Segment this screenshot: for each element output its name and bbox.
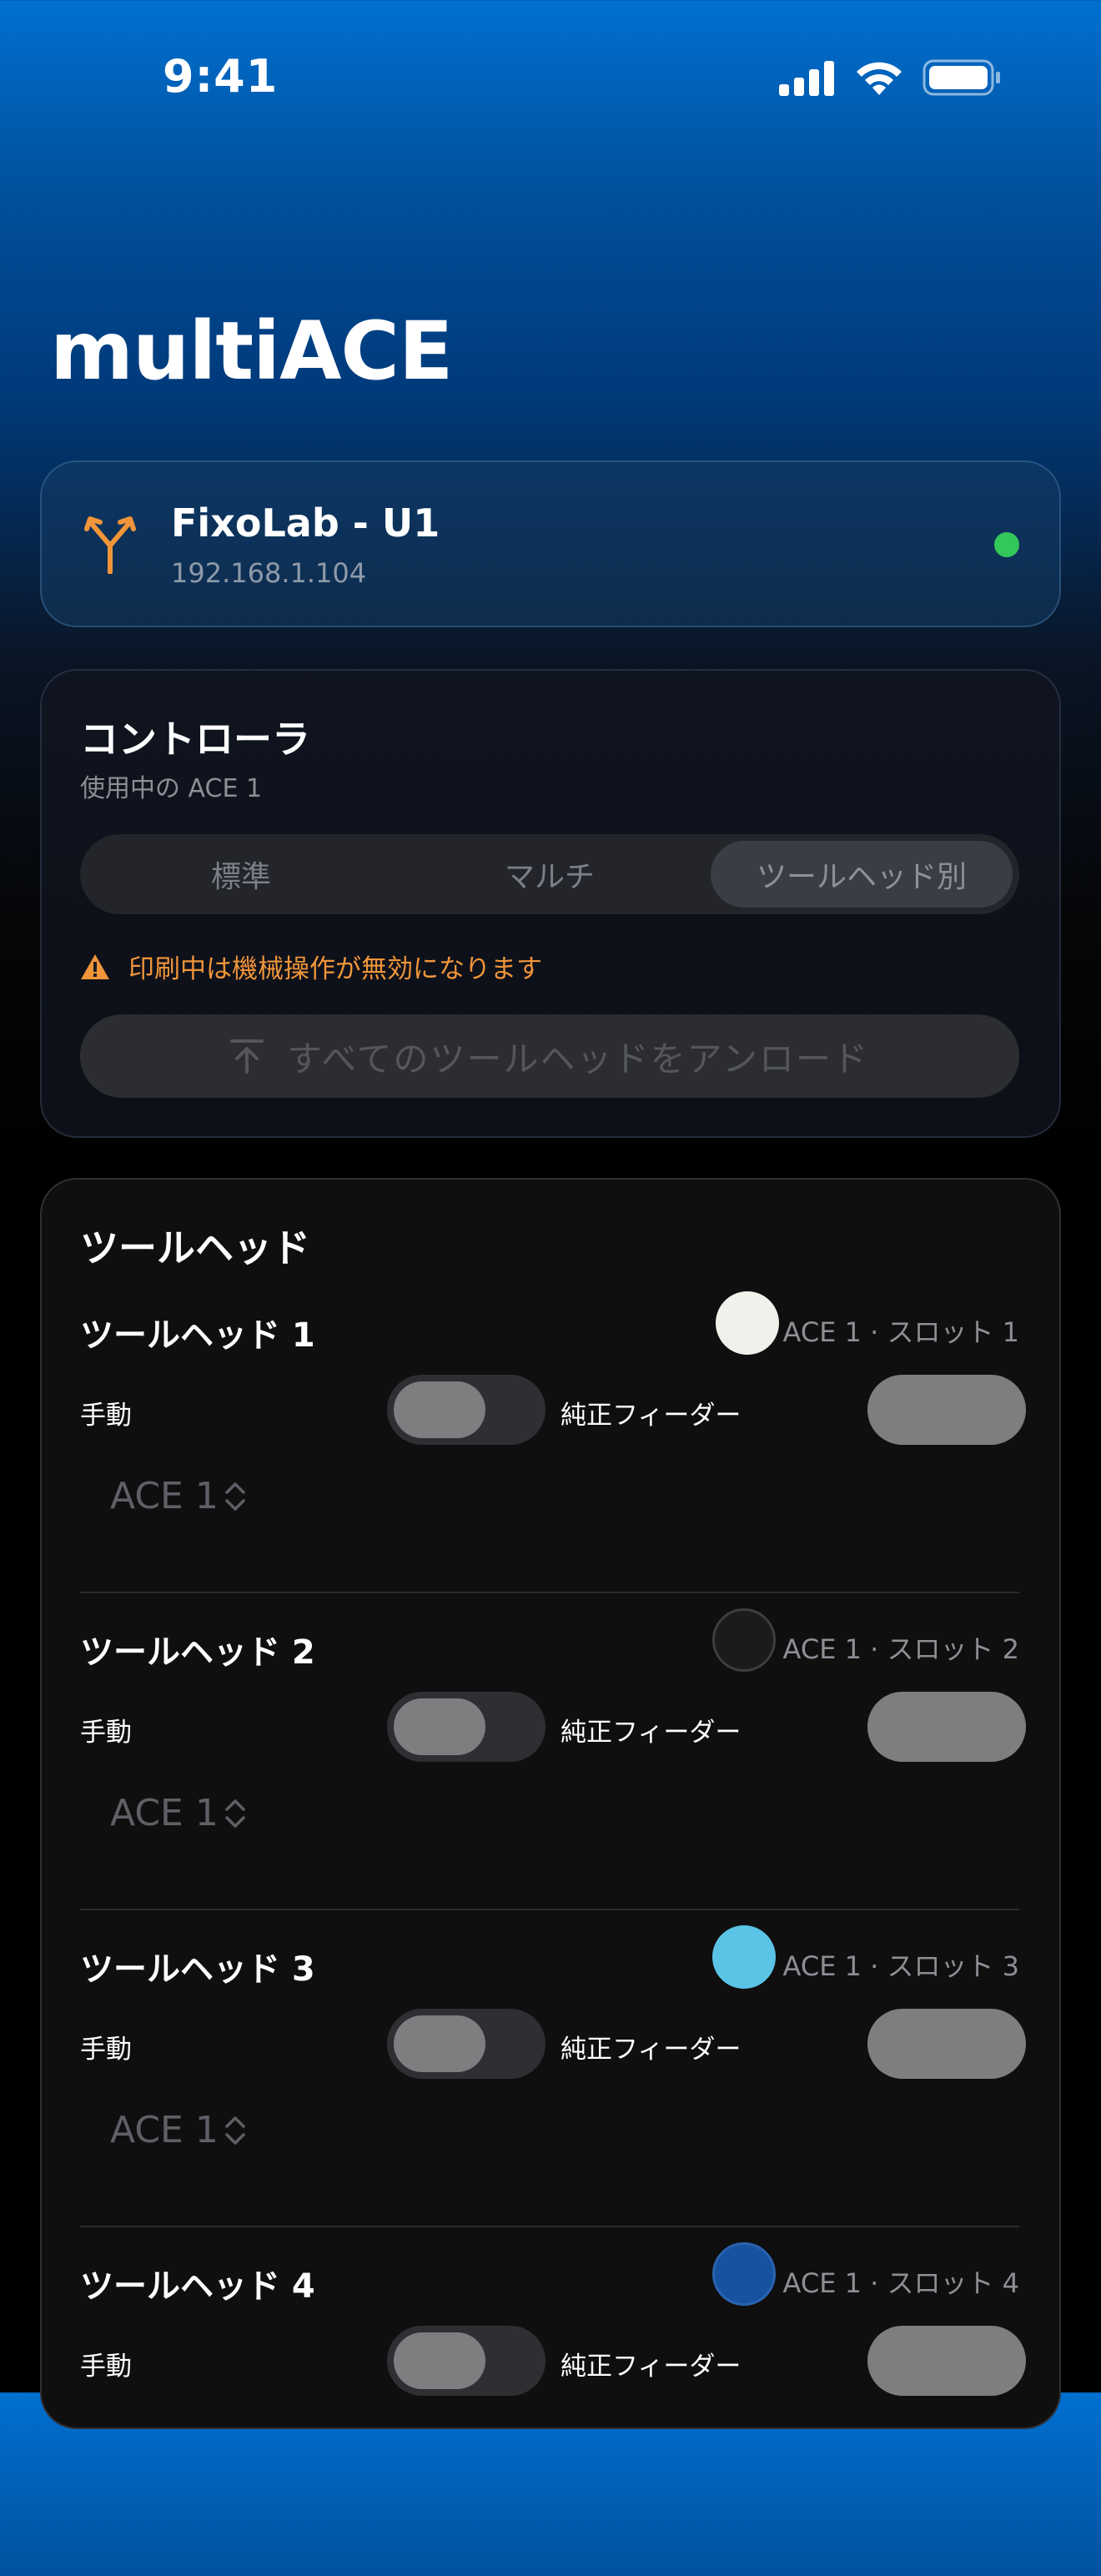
printer-ip: 192.168.1.104: [171, 557, 367, 589]
warning-text: 印刷中は機械操作が無効になります: [128, 954, 542, 984]
manual-label: 手動: [80, 2035, 132, 2065]
connection-status-dot: [994, 532, 1019, 557]
ace-picker-label: ACE 1: [110, 2109, 219, 2151]
toolhead-slot: ACE 1 · スロット 2: [782, 1633, 1019, 1665]
feeder-label: 純正フィーダー: [561, 2352, 742, 2382]
unload-arrow-icon: [230, 1039, 264, 1074]
cellular-signal-icon: [779, 61, 834, 96]
manual-label: 手動: [80, 2352, 132, 2382]
manual-label: 手動: [80, 1718, 132, 1748]
toggle-knob: [394, 2332, 485, 2389]
printer-name: FixoLab - U1: [171, 501, 440, 546]
controller-title: コントローラ: [80, 717, 310, 762]
filament-color-swatch[interactable]: [716, 1291, 779, 1355]
status-time: 9:41: [163, 50, 279, 103]
segment-per-toolhead[interactable]: ツールヘッド別: [711, 841, 1013, 908]
toolhead-name: ツールヘッド 4: [80, 2267, 315, 2306]
toolhead-name: ツールヘッド 2: [80, 1633, 315, 1672]
ace-picker[interactable]: ACE 1: [110, 1792, 247, 1834]
segment-multi[interactable]: マルチ: [395, 841, 704, 908]
toolhead-row: ツールヘッド 1 ACE 1 · スロット 1 手動 純正フィーダー ACE 1: [0, 1291, 1101, 1625]
chevron-up-down-icon: [225, 2116, 245, 2145]
manual-label: 手動: [80, 1401, 132, 1431]
warning-icon: [81, 953, 109, 979]
toggle-knob: [394, 2015, 485, 2072]
printing-warning: 印刷中は機械操作が無効になります: [80, 948, 542, 985]
toggle-knob: [394, 1381, 485, 1438]
battery-icon: [923, 59, 1000, 96]
manual-toggle[interactable]: [387, 1692, 545, 1762]
feeder-toggle[interactable]: [867, 2326, 1026, 2396]
wifi-icon: [857, 62, 902, 95]
toolhead-row: ツールヘッド 4 ACE 1 · スロット 4 手動 純正フィーダー: [0, 2242, 1101, 2576]
manual-toggle[interactable]: [387, 2326, 545, 2396]
ace-picker[interactable]: ACE 1: [110, 1475, 247, 1517]
toolhead-row: ツールヘッド 3 ACE 1 · スロット 3 手動 純正フィーダー ACE 1: [0, 1925, 1101, 2259]
row-divider: [80, 2226, 1019, 2227]
controller-subtitle: 使用中の ACE 1: [80, 774, 263, 803]
feeder-toggle[interactable]: [867, 1375, 1026, 1445]
fork-arrows-icon: [84, 516, 136, 574]
mode-segmented-control[interactable]: 標準 マルチ ツールヘッド別: [80, 834, 1019, 914]
status-bar: 9:41: [0, 0, 1101, 158]
status-icons: [779, 58, 1001, 97]
feeder-label: 純正フィーダー: [561, 2035, 742, 2065]
feeder-label: 純正フィーダー: [561, 1718, 742, 1748]
unload-all-label: すべてのツールヘッドをアンロード: [287, 1038, 869, 1079]
segment-standard[interactable]: 標準: [87, 841, 395, 908]
filament-color-swatch[interactable]: [712, 1608, 776, 1672]
toolhead-row: ツールヘッド 2 ACE 1 · スロット 2 手動 純正フィーダー ACE 1: [0, 1608, 1101, 1942]
unload-all-button[interactable]: すべてのツールヘッドをアンロード: [80, 1014, 1019, 1098]
toolhead-slot: ACE 1 · スロット 3: [782, 1950, 1019, 1982]
feeder-label: 純正フィーダー: [561, 1401, 742, 1431]
ace-picker-label: ACE 1: [110, 1792, 219, 1834]
ace-picker-label: ACE 1: [110, 1475, 219, 1517]
toolhead-slot: ACE 1 · スロット 1: [782, 1316, 1019, 1348]
page-title: multiACE: [50, 304, 453, 398]
toolhead-name: ツールヘッド 3: [80, 1950, 315, 1989]
chevron-up-down-icon: [225, 1482, 245, 1511]
feeder-toggle[interactable]: [867, 1692, 1026, 1762]
manual-toggle[interactable]: [387, 1375, 545, 1445]
row-divider: [80, 1592, 1019, 1593]
toolhead-slot: ACE 1 · スロット 4: [782, 2267, 1019, 2299]
row-divider: [80, 1909, 1019, 1910]
filament-color-swatch[interactable]: [712, 1925, 776, 1989]
manual-toggle[interactable]: [387, 2009, 545, 2079]
ace-picker[interactable]: ACE 1: [110, 2109, 247, 2151]
filament-color-swatch[interactable]: [712, 2242, 776, 2306]
toolheads-title: ツールヘッド: [80, 1225, 310, 1270]
toggle-knob: [394, 1698, 485, 1755]
chevron-up-down-icon: [225, 1799, 245, 1828]
toolhead-name: ツールヘッド 1: [80, 1316, 315, 1355]
feeder-toggle[interactable]: [867, 2009, 1026, 2079]
